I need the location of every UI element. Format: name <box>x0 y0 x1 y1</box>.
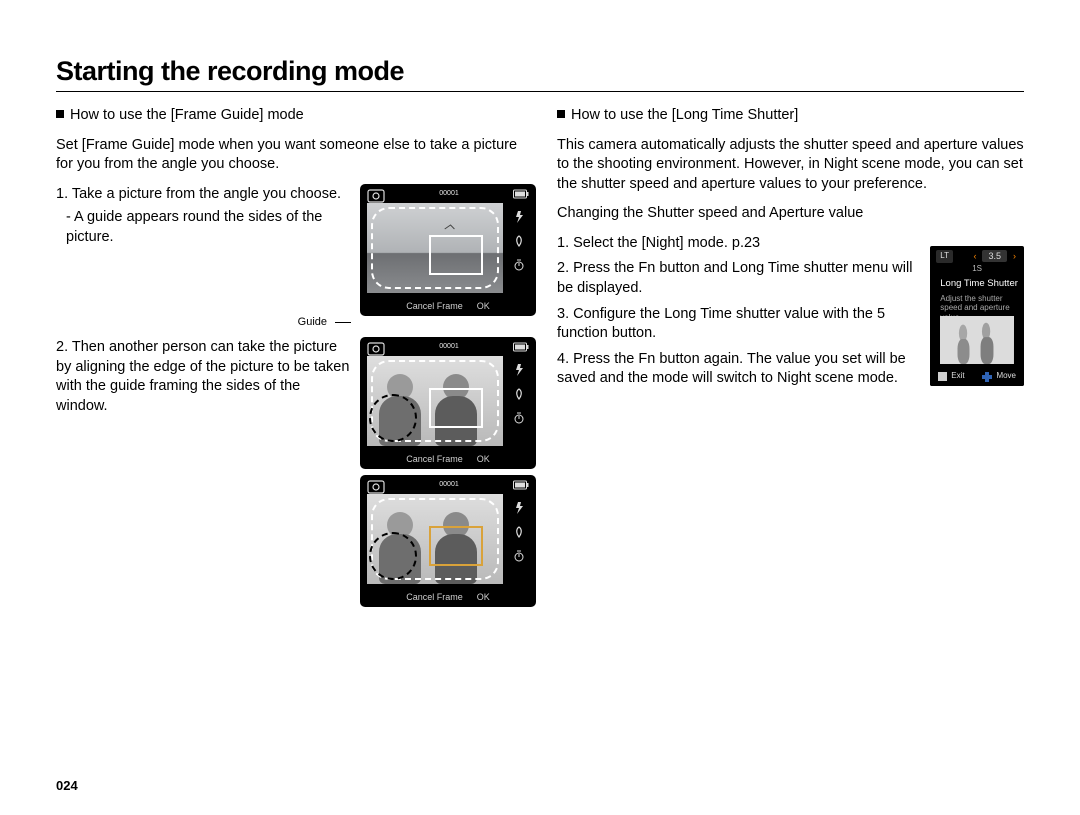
focus-rectangle <box>429 526 483 566</box>
left-step1-sub: - A guide appears round the sides of the… <box>56 208 351 247</box>
left-step2: 2. Then another person can take the pict… <box>56 338 351 416</box>
lt-tag: LT <box>936 250 953 263</box>
lcd-frameguide-3: 00001 <box>361 476 535 606</box>
bullet-icon <box>557 110 565 118</box>
timer-icon <box>511 257 527 273</box>
left-step2-text: 2. Then another person can take the pict… <box>56 338 351 420</box>
right-changing: Changing the Shutter speed and Aperture … <box>557 204 1024 224</box>
fn-key-icon <box>938 372 947 381</box>
lt-label: Long Time Shutter <box>940 278 1018 291</box>
guide-label: Guide <box>298 315 331 330</box>
lcd-frameguide-1: 00001 <box>361 185 535 315</box>
battery-icon <box>513 342 529 356</box>
bullet-icon <box>56 110 64 118</box>
focus-rectangle <box>429 235 483 275</box>
mode-icon <box>367 480 385 494</box>
left-step1-text: 1. Take a picture from the angle you cho… <box>56 185 351 331</box>
column-right: How to use the [Long Time Shutter] This … <box>557 106 1024 606</box>
lt-value-spinner: ‹ 3.5 › <box>973 250 1016 262</box>
left-step1: 1. Take a picture from the angle you cho… <box>56 185 351 205</box>
right-icon-strip <box>509 209 529 291</box>
right-icon-strip <box>509 500 529 582</box>
macro-icon <box>511 524 527 540</box>
lcd-ok-label: OK <box>477 300 490 312</box>
chevron-right-icon: › <box>1013 250 1016 262</box>
lt-sub-value: 1S <box>930 264 1024 275</box>
lcd-cancel-label: Cancel Frame <box>406 453 463 465</box>
left-subhead-text: How to use the [Frame Guide] mode <box>70 107 304 123</box>
right-subhead-text: How to use the [Long Time Shutter] <box>571 107 798 123</box>
page-number: 024 <box>56 778 78 793</box>
frame-counter: 00001 <box>439 480 458 494</box>
frame-counter: 00001 <box>439 189 458 203</box>
lt-value: 3.5 <box>982 250 1007 262</box>
battery-icon <box>513 480 529 494</box>
macro-icon <box>511 233 527 249</box>
dpad-icon <box>982 372 992 382</box>
page-title: Starting the recording mode <box>56 56 1024 87</box>
right-step4: 4. Press the Fn button again. The value … <box>557 350 914 389</box>
lt-move: Move <box>996 371 1016 382</box>
right-icon-strip <box>509 362 529 444</box>
lcd-cancel-label: Cancel Frame <box>406 300 463 312</box>
title-rule <box>56 91 1024 92</box>
right-step1: 1. Select the [Night] mode. p.23 <box>557 234 914 254</box>
flash-icon <box>511 500 527 516</box>
frame-counter: 00001 <box>439 342 458 356</box>
macro-icon <box>511 386 527 402</box>
right-intro: This camera automatically adjusts the sh… <box>557 136 1024 195</box>
lcd-cancel-label: Cancel Frame <box>406 591 463 603</box>
lcd-frameguide-2: 00001 <box>361 338 535 468</box>
left-intro: Set [Frame Guide] mode when you want som… <box>56 136 535 175</box>
mode-icon <box>367 342 385 356</box>
flash-icon <box>511 362 527 378</box>
guide-leader-line <box>335 322 351 323</box>
lcd-ok-label: OK <box>477 591 490 603</box>
timer-icon <box>511 410 527 426</box>
flash-icon <box>511 209 527 225</box>
focus-rectangle <box>429 388 483 428</box>
lt-preview <box>940 316 1014 364</box>
lcd-ok-label: OK <box>477 453 490 465</box>
mode-icon <box>367 189 385 203</box>
right-step2: 2. Press the Fn button and Long Time shu… <box>557 259 914 298</box>
battery-icon <box>513 189 529 203</box>
lcd-long-time-shutter: LT ‹ 3.5 › 1S Long Time Shutter Adjust t… <box>930 246 1024 386</box>
lt-exit: Exit <box>951 371 964 382</box>
timer-icon <box>511 548 527 564</box>
left-subhead: How to use the [Frame Guide] mode <box>56 106 535 126</box>
chevron-left-icon: ‹ <box>973 250 976 262</box>
column-left: How to use the [Frame Guide] mode Set [F… <box>56 106 535 606</box>
right-step3: 3. Configure the Long Time shutter value… <box>557 305 914 344</box>
right-subhead: How to use the [Long Time Shutter] <box>557 106 1024 126</box>
